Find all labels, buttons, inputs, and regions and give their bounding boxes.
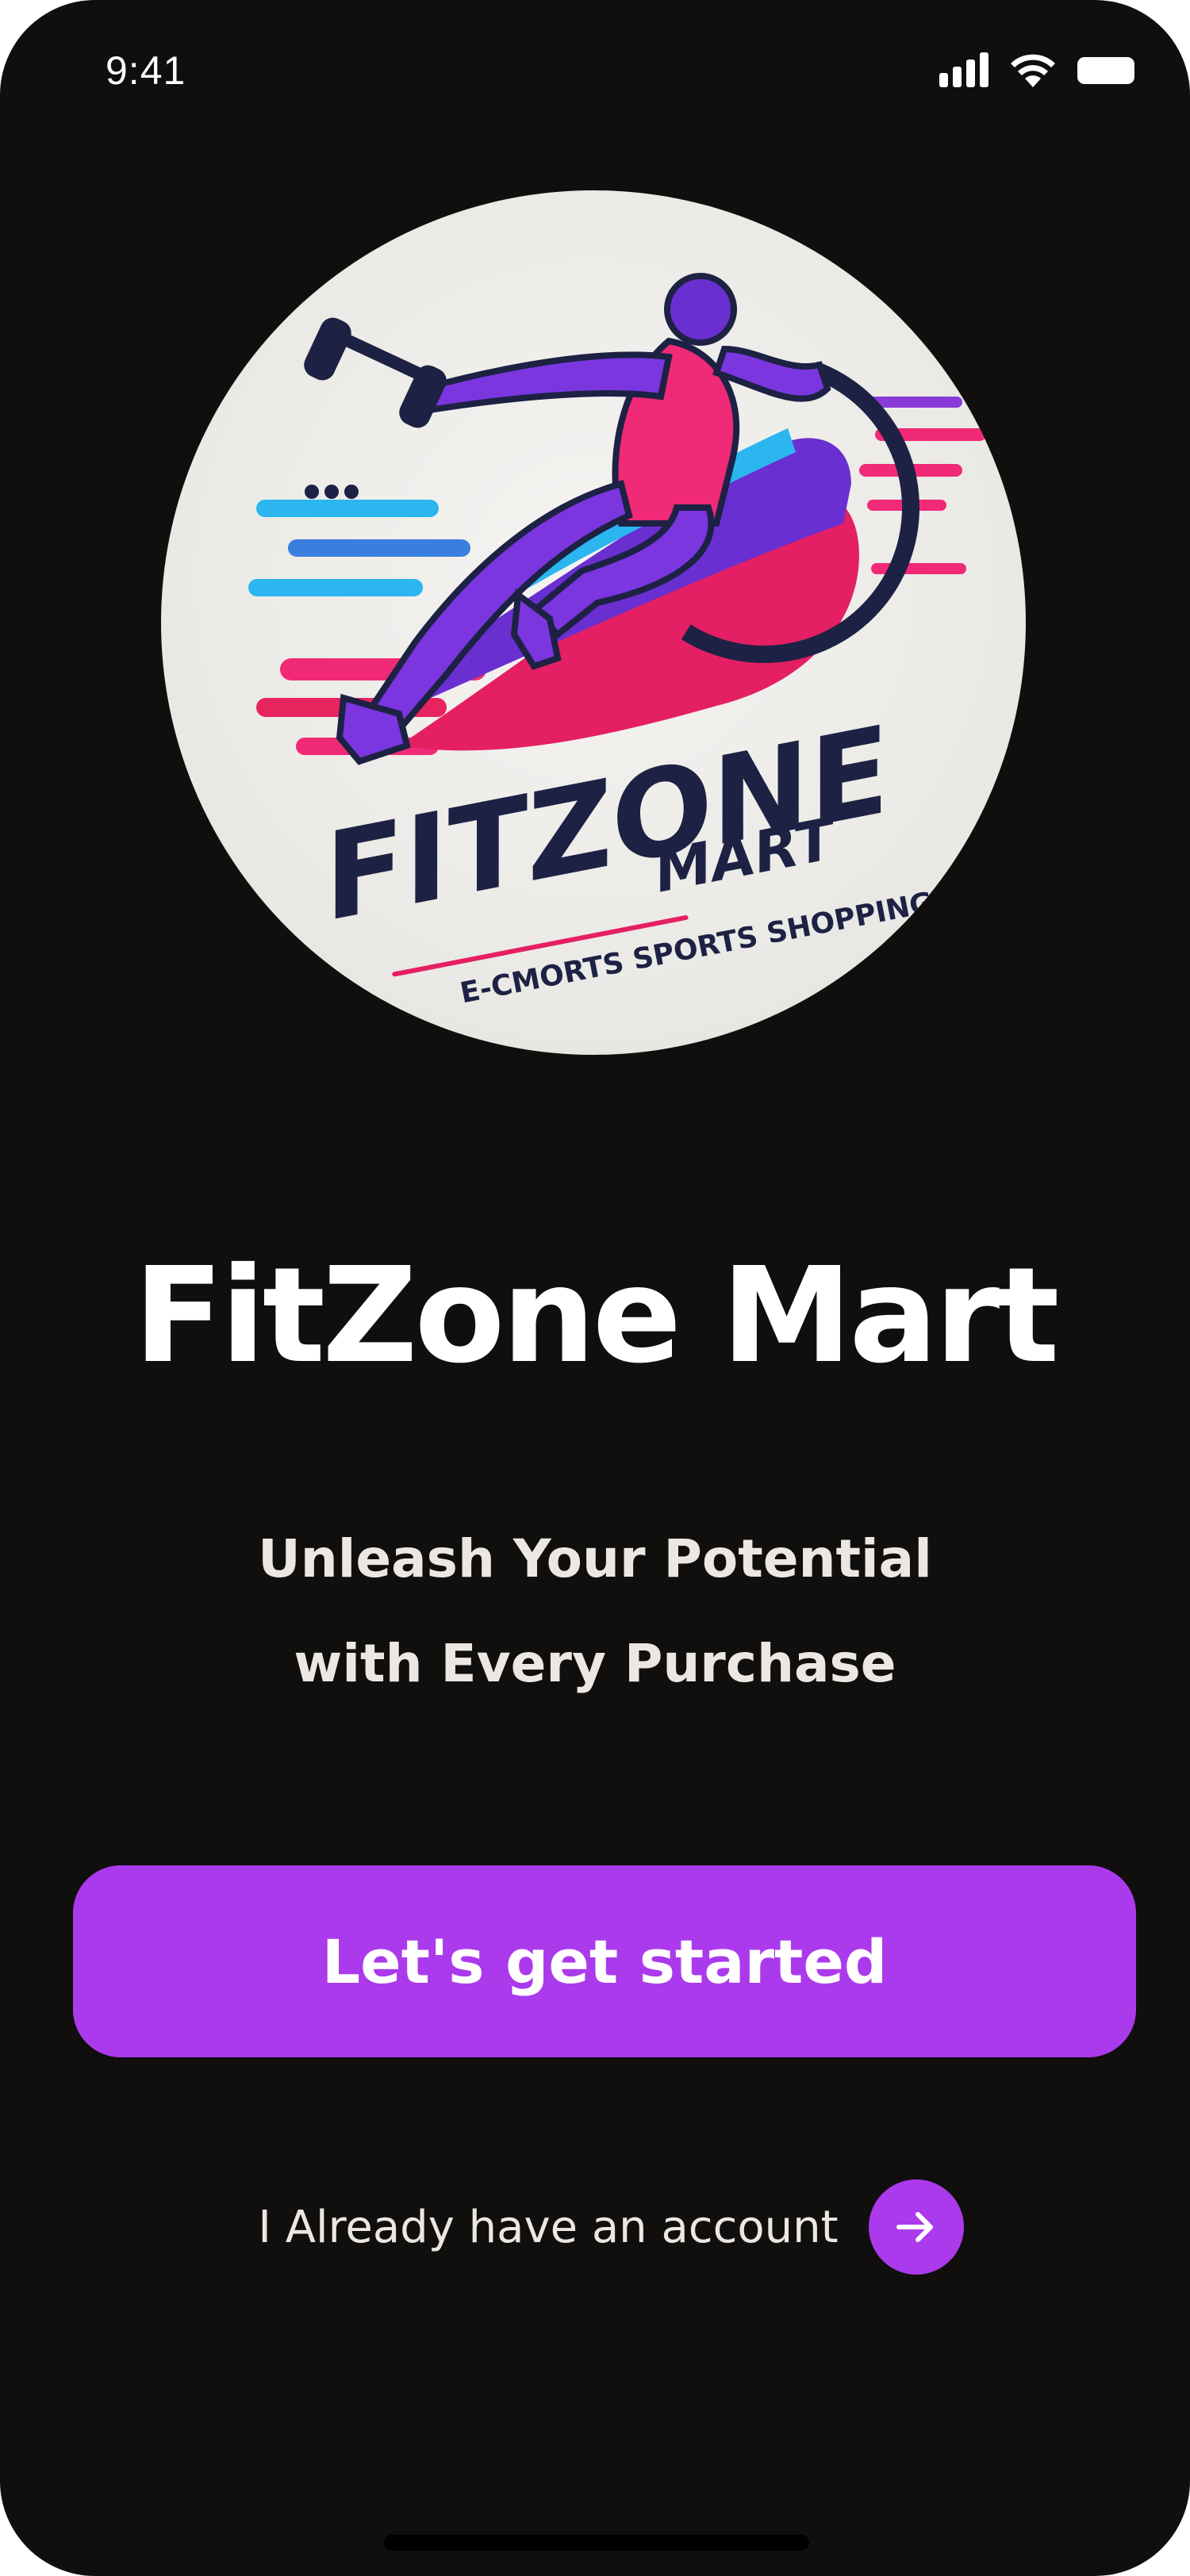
home-indicator[interactable] xyxy=(384,2535,809,2551)
wifi-icon xyxy=(1009,52,1057,87)
get-started-button[interactable]: Let's get started xyxy=(73,1865,1136,2057)
dumbbell-icon xyxy=(304,317,447,428)
welcome-screen: 9:41 FITZONE MART E-CMORTS SPORTS SHOPPI… xyxy=(0,0,1190,2576)
status-icons xyxy=(939,52,1134,87)
signal-icon xyxy=(939,52,988,87)
runner-with-dumbbell-logo: FITZONE MART E-CMORTS SPORTS SHOPPING xyxy=(161,190,1026,1055)
existing-account-link[interactable]: I Already have an account xyxy=(0,2179,1190,2275)
battery-icon xyxy=(1077,57,1134,84)
app-title: FitZone Mart xyxy=(133,1240,1059,1393)
tagline-line-2: with Every Purchase xyxy=(294,1633,896,1694)
get-started-label: Let's get started xyxy=(321,1926,888,1997)
existing-account-label[interactable]: I Already have an account xyxy=(258,2202,838,2253)
status-time: 9:41 xyxy=(106,48,186,93)
tagline-line-1: Unleash Your Potential xyxy=(258,1528,932,1589)
arrow-right-button[interactable] xyxy=(868,2179,964,2275)
status-bar: 9:41 xyxy=(0,0,1190,151)
tagline: Unleash Your Potential with Every Purcha… xyxy=(0,1507,1190,1716)
arrow-right-icon xyxy=(896,2212,933,2242)
